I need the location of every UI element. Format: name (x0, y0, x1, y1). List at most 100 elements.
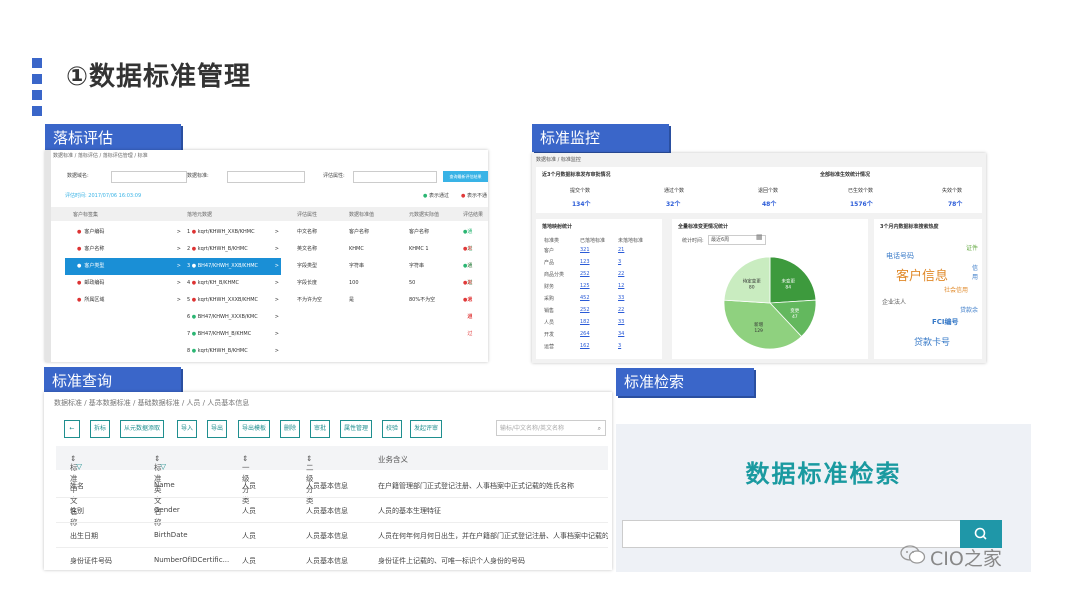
mapping-count[interactable]: 123 (580, 259, 590, 265)
cell-result: ● 未通过 (463, 292, 472, 337)
panel-header-monitor: 标准监控 (532, 124, 669, 152)
list-item-selected[interactable]: ● 客户类型 > (65, 258, 185, 275)
mapping-count[interactable]: 162 (580, 343, 590, 349)
query-panel: 数据标准 / 基本数据标准 / 基础数据标准 / 人员 / 人员基本信息 ← 拆… (44, 392, 612, 570)
back-arrow-button[interactable]: ← (64, 420, 80, 438)
table-row[interactable]: 性别 Gender 人员 人员基本信息 人员的基本生理特征 (56, 497, 608, 523)
list-item[interactable]: 6 ● BH47/KHWH_XXXB/KMC > (185, 309, 281, 326)
legend-pass-label: 表示通过 (428, 193, 449, 199)
mapping-count[interactable]: 34 (618, 331, 624, 337)
cloud-word[interactable]: 贷款余 (960, 305, 978, 314)
metadata-list: 1 ● kqrt/KHWH_XXB/KHMC > 2 ● kqrt/KHWH_B/… (185, 224, 281, 360)
attr-select[interactable] (353, 171, 437, 183)
chevron-right-icon: > (176, 229, 181, 235)
kpi-label: 通过个数 (664, 188, 685, 194)
mapping-category: 财务 (544, 284, 555, 290)
cloud-word[interactable]: 客户信息 (896, 265, 948, 284)
filter-icon[interactable]: ▽ (160, 462, 166, 471)
cell-std: KHMC (349, 246, 364, 252)
cell: 人员基本信息 (306, 532, 348, 540)
toolbar-button[interactable]: 从元数据添取 (120, 420, 165, 438)
toolbar-button[interactable]: 发起评审 (410, 420, 443, 438)
card-title: 落地映射统计 (542, 224, 573, 230)
list-item[interactable]: ● 客户编码 > (65, 224, 185, 241)
col-header: 元数据实际值 (409, 212, 440, 218)
mapping-count[interactable]: 12 (618, 283, 624, 289)
toolbar-button[interactable]: 属性管理 (340, 420, 373, 438)
toolbar-button[interactable]: 拆标 (90, 420, 111, 438)
cloud-word[interactable]: 证件 (966, 243, 978, 252)
mapping-count[interactable]: 3 (618, 259, 621, 265)
toolbar-button[interactable]: 删除 (280, 420, 301, 438)
cell: BirthDate (154, 531, 188, 539)
table-header: 客户标签集 落地元数据 评估属性 数据标准值 元数据实际值 评估结果 (51, 207, 488, 221)
cloud-word[interactable]: 社会信用 (944, 285, 968, 294)
mapping-count[interactable]: 452 (580, 295, 590, 301)
col-header[interactable]: 一级分类 ⇕ (242, 454, 250, 505)
cell: 人员 (242, 532, 256, 540)
list-item[interactable]: 7 ● BH47/KHWH_B/KHMC > (185, 326, 281, 343)
list-item[interactable]: 8 ● kqrt/KHWH_B/KHMC > (185, 343, 281, 360)
breadcrumb: 数据标准 / 落标评估 / 落标评估管理 / 标准 (53, 153, 148, 159)
toolbar-button[interactable]: 审批 (310, 420, 331, 438)
list-item[interactable]: 1 ● kqrt/KHWH_XXB/KHMC > (185, 224, 281, 241)
standard-select[interactable] (227, 171, 305, 183)
mapping-count[interactable]: 182 (580, 319, 590, 325)
filter-icon[interactable]: ▽ (76, 462, 82, 471)
cell: 性别 (70, 507, 84, 515)
wechat-icon (900, 544, 926, 566)
mapping-count[interactable]: 21 (618, 247, 624, 253)
decor-square (32, 74, 42, 84)
mapping-count[interactable]: 33 (618, 295, 624, 301)
cell: 身份证件上记载的、可唯一标识个人身份的号码 (378, 557, 525, 565)
list-item-label: BH47/KHWH_XXB/KHMC (197, 263, 259, 269)
mapping-count[interactable]: 264 (580, 331, 590, 337)
cloud-word[interactable]: 信用 (972, 263, 982, 281)
toolbar-button[interactable]: 导出 (207, 420, 228, 438)
list-item-selected[interactable]: 3 ● BH47/KHWH_XXB/KHMC > (185, 258, 281, 275)
list-item[interactable]: ● 所属区域 > (65, 292, 185, 309)
mapping-count[interactable]: 22 (618, 271, 624, 277)
query-latest-button[interactable]: 查询最新评估结果 (443, 171, 488, 182)
list-item[interactable]: 4 ● kqrt/KH_B/KHMC > (185, 275, 281, 292)
cloud-word[interactable]: 贷款卡号 (914, 335, 950, 348)
cloud-word[interactable]: 企业法人 (882, 297, 906, 306)
mapping-card: 落地映射统计 标准类 已落地标准 未落地标准 客户 321 21 产品 123 3 商品分类… (536, 219, 662, 359)
search-title: 数据标准检索 (745, 460, 902, 488)
mapping-count[interactable]: 125 (580, 283, 590, 289)
mapping-count[interactable]: 252 (580, 307, 590, 313)
table-row[interactable]: 姓名 Name 人员 人员基本信息 在户籍管理部门正式登记注册、人事档案中正式记载的姓氏… (56, 472, 608, 498)
toolbar-button[interactable]: 导入 (177, 420, 198, 438)
col-header[interactable]: 二级分类 ⇕ (306, 454, 314, 505)
list-item[interactable]: 2 ● kqrt/KHWH_B/KHMC > (185, 241, 281, 258)
search-icon[interactable]: ⌕ (598, 421, 601, 437)
calendar-icon[interactable]: ▦ (756, 233, 763, 241)
cell-actual: 客户名称 (409, 229, 430, 235)
evaluation-table: 中文名称 客户名称 客户名称 ● 通过 英文名称 KHMC KHMC 1 ● 未通过 字段类… (285, 224, 488, 337)
toolbar-button[interactable]: 导出模板 (238, 420, 271, 438)
domain-filter-label: 数据域名: (67, 173, 89, 179)
mapping-count[interactable]: 3 (618, 343, 621, 349)
mapping-count[interactable]: 33 (618, 319, 624, 325)
mapping-count[interactable]: 252 (580, 271, 590, 277)
cloud-word[interactable]: 电话号码 (886, 251, 914, 261)
chevron-right-icon: > (274, 297, 279, 303)
cell-std: 字符串 (349, 263, 365, 269)
mapping-count[interactable]: 321 (580, 247, 590, 253)
list-item[interactable]: ● 客户名称 > (65, 241, 185, 258)
list-item[interactable]: ● 邮政编码 > (65, 275, 185, 292)
legend-fail: ● 表示不通 (461, 193, 487, 199)
col-header[interactable]: 标准英文名称 ⇕ ▽ (154, 454, 166, 527)
filter-label: 统计时间: (682, 238, 704, 244)
search-input[interactable]: 输标/中文名称/英文名称 ⌕ (496, 420, 606, 436)
cloud-word[interactable]: FCI编号 (932, 317, 959, 327)
mapping-count[interactable]: 22 (618, 307, 624, 313)
table-row[interactable]: 出生日期 BirthDate 人员 人员基本信息 人员在何年何月何日出生，并在户籍部门正… (56, 522, 608, 548)
list-item[interactable]: 5 ● kqrt/KHWH_XXXB/KHMC > (185, 292, 281, 309)
kpi-value: 78个 (948, 201, 963, 208)
toolbar-button[interactable]: 校验 (382, 420, 403, 438)
domain-select[interactable] (111, 171, 187, 183)
list-item-label: 客户类型 (84, 263, 105, 269)
table-row[interactable]: 身份证件号码 NumberOfIDCertific... 人员 人员基本信息 身份证件上… (56, 547, 608, 570)
col-header[interactable]: 标准中文名称 ⇕ ▽ (70, 454, 82, 527)
